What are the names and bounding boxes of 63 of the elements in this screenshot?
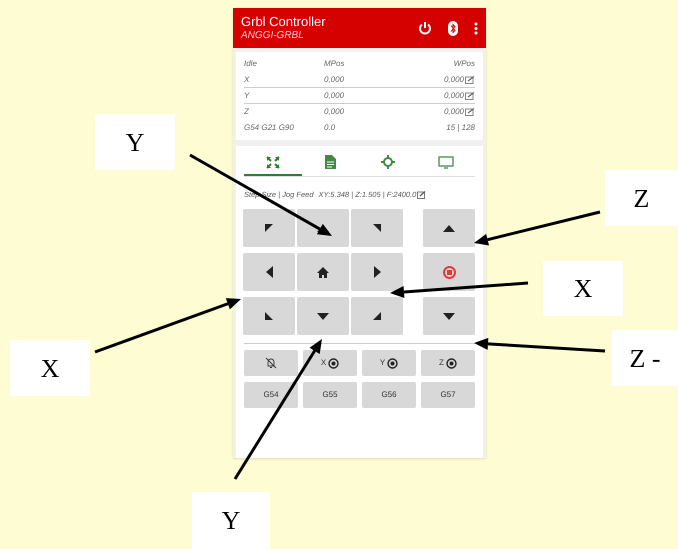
target-icon xyxy=(446,358,457,369)
monitor-icon xyxy=(438,156,454,168)
position-value: 15 | 128 xyxy=(446,122,475,134)
coordinate-system-button[interactable]: G55 xyxy=(303,382,357,408)
callout-label: Y xyxy=(192,492,270,549)
axis-label: Z xyxy=(244,106,250,118)
triangle-icon xyxy=(373,312,381,320)
callout-label: Z xyxy=(605,170,678,226)
right-triangle-icon xyxy=(374,266,380,278)
left-triangle-icon xyxy=(266,266,272,278)
edit-icon[interactable] xyxy=(465,76,475,84)
expand-arrows-icon xyxy=(266,156,280,168)
triangle-icon xyxy=(373,224,381,232)
stop-icon xyxy=(442,266,456,279)
edit-icon[interactable] xyxy=(465,108,475,116)
coordinate-system-button[interactable]: G57 xyxy=(421,382,475,408)
axis-label: X xyxy=(244,74,250,86)
position-value: 0,000 xyxy=(324,74,346,86)
position-value: MPos xyxy=(324,58,346,70)
position-value: 0,000 xyxy=(444,106,464,118)
axis-label: Y xyxy=(244,90,251,102)
callout-label: X xyxy=(10,340,90,396)
machine-state: Idle xyxy=(244,58,258,70)
document-icon xyxy=(325,155,336,169)
target-icon xyxy=(387,358,398,369)
power-icon[interactable] xyxy=(418,21,432,35)
jog-button[interactable] xyxy=(243,209,295,248)
bell-off-icon xyxy=(265,357,277,370)
triangle-icon xyxy=(265,224,273,232)
modal-state: G54 G21 G90 xyxy=(244,122,295,134)
jog-button[interactable] xyxy=(351,253,403,292)
triangle-icon xyxy=(265,312,273,320)
more-menu-icon[interactable] xyxy=(474,22,478,34)
down-triangle-icon xyxy=(443,312,455,320)
position-value: 0.0 xyxy=(324,122,336,134)
home-button[interactable] xyxy=(297,253,349,292)
jog-button[interactable] xyxy=(423,209,475,248)
stop-button[interactable] xyxy=(423,253,475,292)
position-value: WPos xyxy=(454,58,475,70)
coordinate-system-button[interactable]: G54 xyxy=(244,382,298,408)
callout-label: Y xyxy=(95,114,175,170)
position-value: 0,000 xyxy=(444,90,464,102)
coordinate-system-button[interactable]: G56 xyxy=(362,382,416,408)
home-icon xyxy=(317,266,329,278)
callout-label: X xyxy=(543,261,623,316)
crosshair-icon xyxy=(381,155,396,169)
target-icon xyxy=(328,358,340,369)
position-value: 0,000 xyxy=(324,90,346,102)
edit-icon[interactable] xyxy=(465,92,475,100)
down-triangle-icon xyxy=(317,312,329,320)
device-name: ANGGI-GRBL xyxy=(241,30,305,42)
edit-icon[interactable] xyxy=(417,190,426,199)
zero-axis-button[interactable]: X xyxy=(303,350,357,376)
jog-button[interactable] xyxy=(297,209,349,248)
bluetooth-icon[interactable] xyxy=(448,20,458,36)
up-triangle-icon xyxy=(443,224,455,232)
zero-axis-button[interactable]: Y xyxy=(362,350,416,376)
zero-axis-button[interactable]: Z xyxy=(421,350,475,376)
app-title: Grbl Controller xyxy=(241,14,327,30)
position-value: 0,000 xyxy=(444,74,464,86)
mute-button[interactable] xyxy=(244,350,298,376)
position-value: 0,000 xyxy=(324,106,346,118)
callout-label: Z - xyxy=(612,330,678,386)
